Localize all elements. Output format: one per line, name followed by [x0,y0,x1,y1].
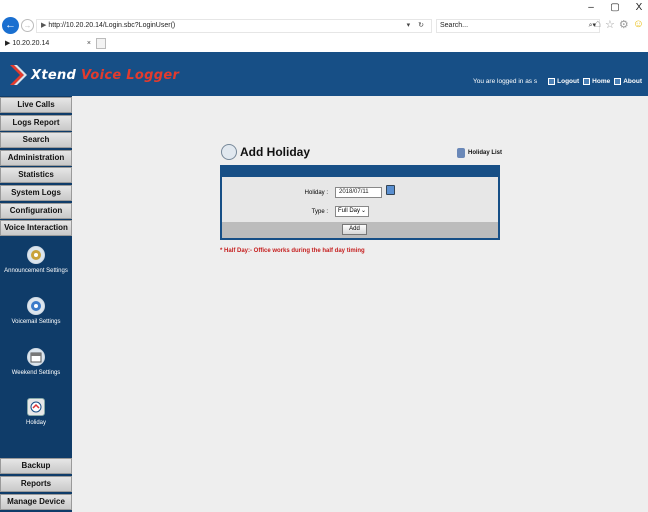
calendar-icon [27,348,45,366]
refresh-icon[interactable]: ▾ ↻ [407,20,427,32]
tab-row: ▶ 10.20.20.14 × [0,37,648,52]
sidebar-item-live-calls[interactable]: Live Calls [0,97,72,113]
address-bar[interactable]: ▶ http://10.20.20.14/Login.sbc?LoginUser(… [36,19,432,33]
logged-in-text: You are logged in as s [473,78,538,85]
logo-word-xtend: Xtend [31,67,77,83]
sub-item-announcement-settings[interactable]: Announcement Settings [0,246,72,274]
browser-tab[interactable]: ▶ 10.20.20.14 × [2,37,94,50]
add-holiday-form: Holiday : 2018/07/11 Type : Full Day ⌄ A… [220,165,500,240]
info-icon [614,78,622,85]
sub-item-voicemail-settings[interactable]: Voicemail Settings [0,297,72,325]
home-icon[interactable]: ⌂ [594,18,601,31]
app-header: Xtend Voice Logger You are logged in as … [0,52,648,96]
logout-icon [548,78,556,85]
sidebar-item-configuration[interactable]: Configuration [0,203,72,219]
navigation-bar: ← → ▶ http://10.20.20.14/Login.sbc?LoginU… [0,17,648,37]
close-window-button[interactable]: X [634,2,644,13]
smiley-feedback-icon[interactable]: ☺ [633,18,644,31]
holiday-globe-icon [221,144,237,160]
chevron-down-icon: ⌄ [360,208,366,214]
forward-arrow-icon[interactable]: → [21,19,34,32]
maximize-button[interactable]: ▢ [610,2,620,13]
page-title: Add Holiday [240,145,311,159]
sidebar-item-statistics[interactable]: Statistics [0,167,72,183]
holiday-label: Holiday : [304,190,328,196]
sidebar: Live Calls Logs Report Search Administra… [0,96,72,512]
back-arrow-icon[interactable]: ← [2,17,19,34]
minimize-button[interactable]: – [586,2,596,13]
voicemail-icon [27,297,45,315]
new-tab-button[interactable] [96,38,106,49]
favorites-star-icon[interactable]: ☆ [605,18,615,31]
sidebar-item-administration[interactable]: Administration [0,150,72,166]
logo-word-voice-logger: Voice Logger [80,67,180,83]
sidebar-item-search[interactable]: Search [0,132,72,148]
holiday-list-link[interactable]: Holiday List [457,148,502,158]
type-label: Type : [311,209,328,215]
home-icon [583,78,591,85]
sidebar-item-manage-device[interactable]: Manage Device [0,494,72,510]
sidebar-item-reports[interactable]: Reports [0,476,72,492]
close-tab-icon[interactable]: × [87,37,91,50]
sidebar-item-logs-report[interactable]: Logs Report [0,115,72,131]
settings-gear-icon[interactable]: ⚙ [619,18,629,31]
holiday-type-select[interactable]: Full Day ⌄ [335,206,369,217]
calendar-picker-icon[interactable] [386,185,395,195]
holiday-date-input[interactable]: 2018/07/11 [335,187,382,198]
half-day-note: * Half Day:- Office works during the hal… [220,248,365,254]
window-controls: – ▢ X [586,2,644,13]
sub-item-holiday[interactable]: Holiday [0,398,72,426]
announcement-icon [27,246,45,264]
logo: Xtend Voice Logger [8,61,179,89]
sidebar-item-system-logs[interactable]: System Logs [0,185,72,201]
sub-item-weekend-settings[interactable]: Weekend Settings [0,348,72,376]
url-text: http://10.20.20.14/Login.sbc?LoginUser() [48,22,176,29]
browser-chrome: – ▢ X ← → ▶ http://10.20.20.14/Login.sbc?… [0,0,648,52]
header-user-links: You are logged in as s Logout Home About [473,78,642,85]
logo-chevron-icon [10,65,27,85]
holiday-icon [27,398,45,416]
about-link[interactable]: About [614,78,642,85]
tab-title: 10.20.20.14 [12,40,50,47]
add-button[interactable]: Add [342,224,367,235]
browser-search-box[interactable]: Search... ⌕▾ [436,19,600,33]
logout-link[interactable]: Logout [548,78,579,85]
form-button-band: Add [222,222,498,238]
form-header-bar [222,167,498,177]
sidebar-item-voice-interaction[interactable]: Voice Interaction [0,220,72,236]
home-link[interactable]: Home [583,78,610,85]
page-title-row: Add Holiday [221,144,310,160]
toolbar-icons: ⌂ ☆ ⚙ ☺ [594,18,644,31]
list-icon [457,148,465,158]
search-placeholder: Search... [440,22,469,29]
page-icon: ▶ [41,22,47,29]
main-content: Add Holiday Holiday List Holiday : 2018/… [72,96,648,512]
sidebar-item-backup[interactable]: Backup [0,458,72,474]
